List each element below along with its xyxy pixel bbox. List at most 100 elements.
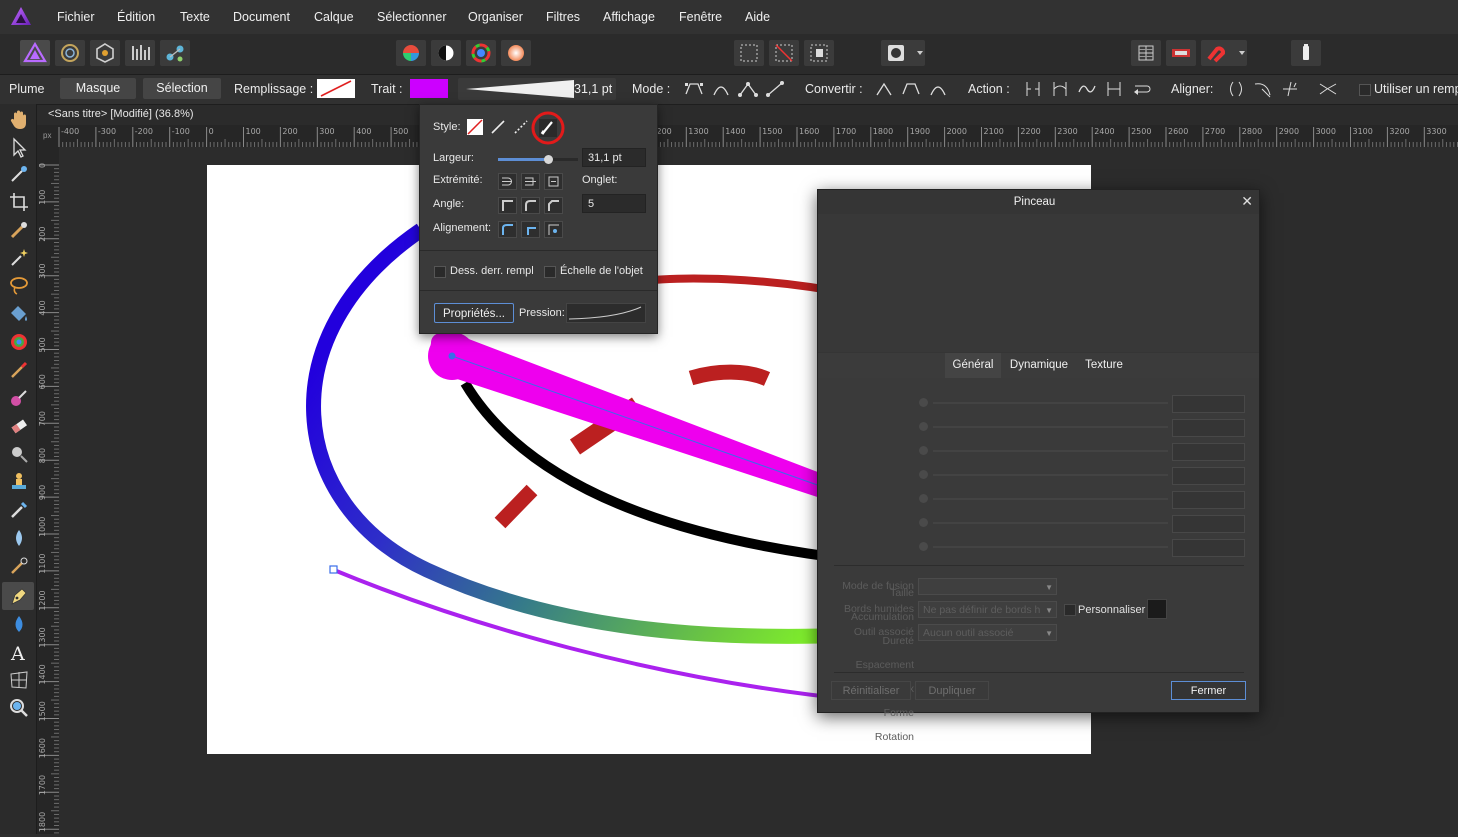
document-tab[interactable]: <Sans titre> [Modifié] (36.8%)	[37, 105, 1458, 125]
rubber-band-icon[interactable]	[1317, 79, 1339, 99]
duplicate-button[interactable]: Dupliquer	[915, 681, 989, 700]
use-fill-checkbox[interactable]	[1359, 84, 1371, 96]
menu-item-8[interactable]: Affichage	[603, 10, 655, 24]
mask-button[interactable]: Masque	[60, 78, 136, 99]
close-button[interactable]: Fermer	[1171, 681, 1246, 700]
selection-button[interactable]: Sélection	[143, 78, 221, 99]
prop-slider-track[interactable]	[933, 402, 1168, 404]
vertical-ruler[interactable]: 0 100 200 300 400 500 600 700 800 900 1000 1100 1200…	[37, 147, 59, 837]
pressure-curve-button[interactable]	[566, 303, 646, 323]
menu-item-5[interactable]: Sélectionner	[377, 10, 447, 24]
horizontal-ruler[interactable]: px -400-300-200-100010020030040050060070…	[37, 125, 1458, 147]
prop-slider-track[interactable]	[933, 546, 1168, 548]
prop-slider-track[interactable]	[933, 450, 1168, 452]
brush-style-icon[interactable]	[531, 111, 565, 145]
gradient-tool-icon[interactable]	[7, 330, 31, 354]
prop-slider-knob[interactable]	[919, 446, 928, 455]
prop-value-field[interactable]	[1172, 395, 1245, 413]
snapping-grid-icon[interactable]	[1131, 40, 1161, 66]
break-curve-icon[interactable]	[1022, 79, 1044, 99]
smudge-tool-icon[interactable]	[7, 554, 31, 578]
path-node-purple[interactable]	[329, 565, 338, 574]
levels-icon[interactable]	[396, 40, 426, 66]
line-mode-icon[interactable]	[764, 79, 786, 99]
pen-tool-icon[interactable]	[7, 584, 31, 608]
round-cap-icon[interactable]	[521, 173, 540, 190]
properties-button[interactable]: Propriétés...	[434, 303, 514, 323]
move-tool-icon[interactable]	[7, 136, 31, 160]
align-nodes-vertical-icon[interactable]	[1252, 79, 1274, 99]
width-value-field[interactable]: 31,1 pt	[582, 148, 646, 167]
prop-slider-knob[interactable]	[919, 518, 928, 527]
close-icon[interactable]: ✕	[1241, 193, 1253, 210]
square-cap-icon[interactable]	[544, 173, 563, 190]
wet-edges-select[interactable]: Ne pas définir de bords h ▼	[918, 601, 1057, 618]
hsl-icon[interactable]	[466, 40, 496, 66]
invert-selection-icon[interactable]	[804, 40, 834, 66]
path-node-start[interactable]	[448, 352, 456, 360]
selection-marquee-icon[interactable]	[734, 40, 764, 66]
align-nodes-horizontal-icon[interactable]	[1225, 79, 1247, 99]
view-tool-hand-icon[interactable]	[7, 108, 31, 132]
prop-value-field[interactable]	[1172, 539, 1245, 557]
flood-select-icon[interactable]	[7, 246, 31, 270]
align-center-icon[interactable]	[498, 221, 517, 238]
mesh-warp-icon[interactable]	[7, 668, 31, 692]
tab-dynamics[interactable]: Dynamique	[1004, 353, 1074, 378]
black-white-icon[interactable]	[431, 40, 461, 66]
white-balance-icon[interactable]	[501, 40, 531, 66]
convert-smart-icon[interactable]	[927, 79, 949, 99]
prop-slider-knob[interactable]	[919, 542, 928, 551]
sponge-tool-icon[interactable]	[7, 612, 31, 636]
convert-sharp-icon[interactable]	[873, 79, 895, 99]
liquify-persona-icon[interactable]	[55, 40, 85, 66]
lasso-tool-icon[interactable]	[7, 274, 31, 298]
stroke-swatch[interactable]	[410, 79, 448, 98]
fill-swatch[interactable]	[317, 79, 355, 98]
reverse-curves-icon[interactable]	[1130, 79, 1152, 99]
prop-slider-knob[interactable]	[919, 494, 928, 503]
solid-line-style-icon[interactable]	[489, 118, 507, 136]
text-tool-icon[interactable]: A	[7, 640, 31, 664]
tab-general[interactable]: Général	[945, 353, 1001, 378]
reset-button[interactable]: Réinitialiser	[831, 681, 911, 700]
view-mode-icon[interactable]	[1166, 40, 1196, 66]
prop-value-field[interactable]	[1172, 467, 1245, 485]
assistant-icon[interactable]	[1291, 40, 1321, 66]
prop-slider-track[interactable]	[933, 522, 1168, 524]
healing-brush-icon[interactable]	[7, 498, 31, 522]
smart-mode-icon[interactable]	[710, 79, 732, 99]
prop-value-field[interactable]	[1172, 515, 1245, 533]
associated-tool-select[interactable]: Aucun outil associé ▼	[918, 624, 1057, 641]
customize-checkbox[interactable]	[1064, 604, 1076, 616]
menu-item-6[interactable]: Organiser	[468, 10, 523, 24]
pen-mode-icon[interactable]	[683, 79, 705, 99]
prop-slider-knob[interactable]	[919, 422, 928, 431]
menu-item-7[interactable]: Filtres	[546, 10, 580, 24]
prop-slider-track[interactable]	[933, 474, 1168, 476]
polygon-mode-icon[interactable]	[737, 79, 759, 99]
zoom-tool-icon[interactable]	[7, 696, 31, 720]
join-curves-icon[interactable]	[1103, 79, 1125, 99]
tone-mapping-persona-icon[interactable]	[125, 40, 155, 66]
align-nodes-distribute-icon[interactable]	[1279, 79, 1301, 99]
prop-value-field[interactable]	[1172, 491, 1245, 509]
tab-texture[interactable]: Texture	[1079, 353, 1129, 378]
prop-slider-knob[interactable]	[919, 470, 928, 479]
width-slider-knob[interactable]	[543, 155, 553, 164]
color-picker-icon[interactable]	[7, 162, 31, 186]
photo-persona-icon[interactable]	[20, 40, 50, 66]
red-dash-3[interactable]	[494, 484, 538, 529]
menu-item-3[interactable]: Document	[233, 10, 290, 24]
menu-item-1[interactable]: Édition	[117, 10, 155, 24]
miter-join-icon[interactable]	[498, 197, 517, 214]
prop-value-field[interactable]	[1172, 443, 1245, 461]
export-persona-icon[interactable]	[160, 40, 190, 66]
prop-slider-track[interactable]	[933, 498, 1168, 500]
prop-slider-track[interactable]	[933, 426, 1168, 428]
scale-with-object-checkbox[interactable]	[544, 266, 556, 278]
snapping-magnet-icon[interactable]	[1201, 40, 1247, 66]
paint-brush-icon[interactable]	[7, 358, 31, 382]
develop-persona-icon[interactable]	[90, 40, 120, 66]
draw-behind-checkbox[interactable]	[434, 266, 446, 278]
